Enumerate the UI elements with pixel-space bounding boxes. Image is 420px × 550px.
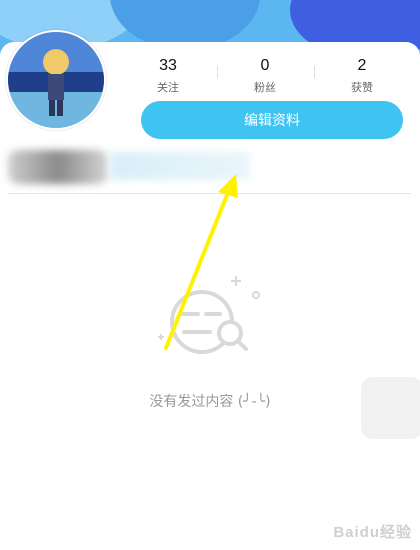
edit-profile-button[interactable]: 编辑资料	[141, 101, 403, 139]
blurred-signature	[110, 152, 250, 180]
stat-divider	[217, 66, 218, 78]
stat-following-label: 关注	[157, 81, 179, 94]
stat-likes[interactable]: 2 获赞	[322, 57, 402, 95]
stat-likes-label: 获赞	[351, 81, 373, 94]
stat-fans-count: 0	[260, 57, 270, 74]
avatar[interactable]	[6, 30, 106, 130]
empty-content-icon	[158, 276, 260, 354]
stat-divider	[314, 66, 315, 78]
section-divider	[8, 193, 411, 194]
floating-action-button[interactable]	[361, 377, 420, 439]
blurred-username	[8, 150, 108, 184]
stat-likes-count: 2	[357, 57, 367, 74]
watermark: Baidu经验	[333, 524, 412, 541]
stat-following[interactable]: 33 关注	[128, 57, 208, 95]
stat-fans-label: 粉丝	[254, 81, 276, 94]
stat-following-count: 33	[159, 57, 177, 74]
avatar-image	[8, 32, 104, 128]
empty-content-text: 没有发过内容 (╯-╰)	[149, 394, 271, 410]
stat-fans[interactable]: 0 粉丝	[225, 57, 305, 95]
